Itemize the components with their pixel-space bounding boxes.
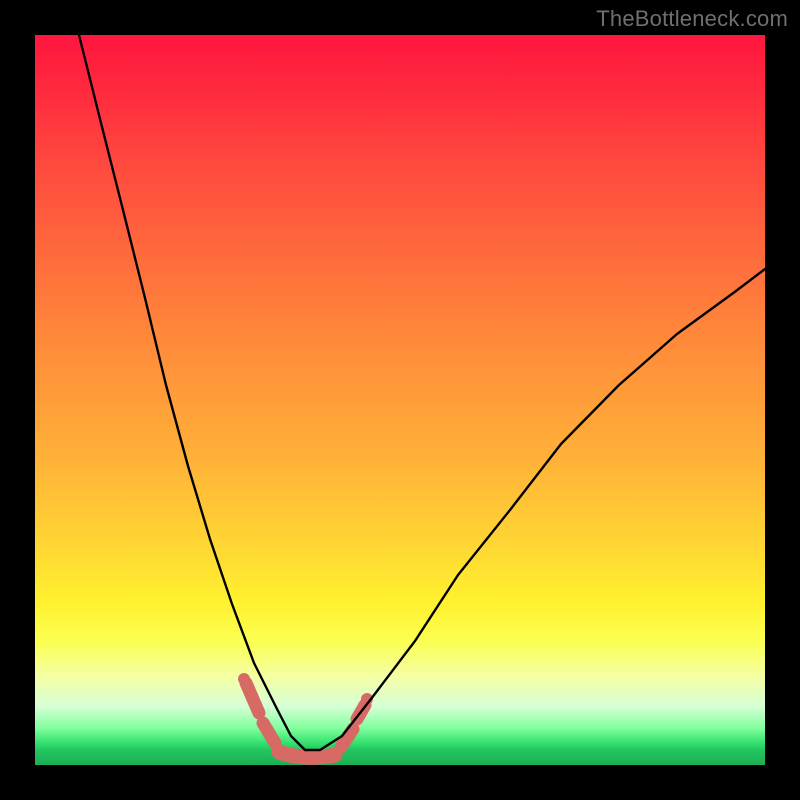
bottleneck-curve-svg: [35, 35, 765, 765]
plot-area: [35, 35, 765, 765]
marker-band: [238, 673, 373, 757]
chart-frame: TheBottleneck.com: [0, 0, 800, 800]
watermark-text: TheBottleneck.com: [596, 6, 788, 32]
bottleneck-curve-path: [79, 35, 765, 750]
